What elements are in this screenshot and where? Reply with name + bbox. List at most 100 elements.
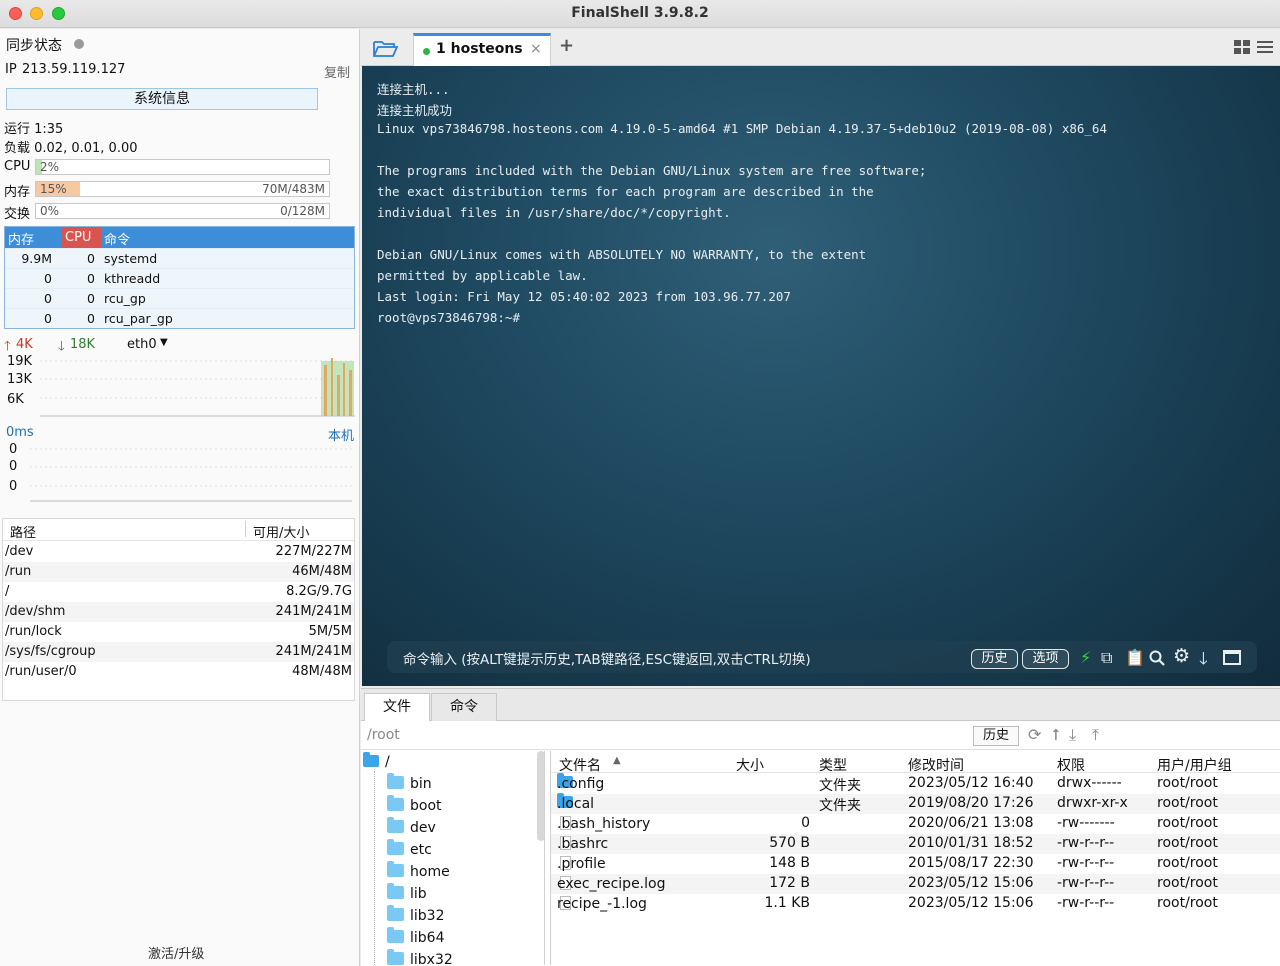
tree-item-lib64[interactable]: lib64 bbox=[387, 927, 444, 946]
file-row[interactable]: .config 文件夹 2023/05/12 16:40 drwx------ … bbox=[551, 773, 1280, 794]
history-button[interactable]: 历史 bbox=[971, 649, 1018, 669]
process-row[interactable]: 0 0 rcu_par_gp bbox=[5, 308, 354, 328]
swap-usage-bar: 0% 0/128M bbox=[35, 203, 330, 219]
ping-target[interactable]: 本机 bbox=[328, 425, 354, 444]
path-input[interactable]: /root bbox=[367, 727, 400, 743]
options-button[interactable]: 选项 bbox=[1022, 649, 1069, 669]
disk-row[interactable]: /run/lock 5M/5M bbox=[3, 622, 354, 642]
disk-header-size[interactable]: 可用/大小 bbox=[253, 522, 309, 541]
folder-icon bbox=[387, 883, 404, 899]
net-interface-select[interactable]: eth0 bbox=[127, 337, 157, 352]
path-history-button[interactable]: 历史 bbox=[973, 726, 1019, 746]
disk-row[interactable]: /run 46M/48M bbox=[3, 562, 354, 582]
memory-usage-bar: 15% 70M/483M bbox=[35, 181, 330, 197]
disk-row[interactable]: /dev/shm 241M/241M bbox=[3, 602, 354, 622]
folder-icon bbox=[387, 861, 404, 877]
process-command: rcu_gp bbox=[104, 291, 146, 306]
disk-path: /run bbox=[5, 564, 32, 579]
file-row[interactable]: .bashrc 570 B 2010/01/31 18:52 -rw-r--r-… bbox=[551, 834, 1280, 854]
tree-item-lib32[interactable]: lib32 bbox=[387, 905, 444, 924]
file-size: 0 bbox=[801, 815, 810, 831]
process-row[interactable]: 9.9M 0 systemd bbox=[5, 248, 354, 268]
file-name: .config bbox=[557, 776, 605, 792]
disk-row[interactable]: /run/user/0 48M/48M bbox=[3, 662, 354, 682]
tree-item-label: bin bbox=[410, 776, 432, 792]
header-size[interactable]: 大小 bbox=[736, 755, 764, 775]
tree-item-bin[interactable]: bin bbox=[387, 773, 432, 792]
gear-icon[interactable]: ⚙ bbox=[1173, 645, 1190, 667]
file-row[interactable]: recipe_-1.log 1.1 KB 2023/05/12 15:06 -r… bbox=[551, 894, 1280, 914]
column-divider bbox=[245, 521, 246, 537]
file-row[interactable]: .bash_history 0 2020/06/21 13:08 -rw----… bbox=[551, 814, 1280, 834]
folder-open-icon[interactable] bbox=[373, 38, 399, 58]
lightning-icon[interactable]: ⚡ bbox=[1080, 648, 1091, 667]
disk-row[interactable]: /sys/fs/cgroup 241M/241M bbox=[3, 642, 354, 662]
network-traffic-graph bbox=[40, 358, 355, 417]
file-name: .local bbox=[557, 796, 595, 812]
upload-icon[interactable]: ⤒ bbox=[1092, 725, 1099, 745]
tree-item-libx32[interactable]: libx32 bbox=[387, 949, 453, 965]
add-tab-button[interactable]: + bbox=[559, 35, 574, 56]
header-type[interactable]: 类型 bbox=[819, 755, 847, 775]
ip-label: IP bbox=[5, 62, 17, 77]
copy-icon[interactable]: ⧉ bbox=[1101, 648, 1112, 668]
parent-folder-icon[interactable]: ⭡ bbox=[1052, 725, 1060, 745]
swap-usage-detail: 0/128M bbox=[280, 204, 325, 218]
refresh-icon[interactable]: ⟳ bbox=[1028, 725, 1041, 744]
window-maximize-icon[interactable] bbox=[1223, 650, 1241, 665]
process-mem: 0 bbox=[44, 311, 52, 326]
file-type: 文件夹 bbox=[819, 798, 861, 814]
cpu-label: CPU bbox=[4, 159, 31, 174]
tree-item-dev[interactable]: dev bbox=[387, 817, 436, 836]
folder-icon bbox=[387, 905, 404, 921]
file-permissions: -rw------- bbox=[1057, 815, 1115, 831]
tab-files[interactable]: 文件 bbox=[364, 693, 430, 721]
process-row[interactable]: 0 0 kthreadd bbox=[5, 268, 354, 288]
download-icon[interactable]: ⤓ bbox=[1069, 725, 1076, 745]
paste-icon[interactable]: 📋 bbox=[1125, 648, 1145, 667]
terminal[interactable]: 连接主机... 连接主机成功 Linux vps73846798.hosteon… bbox=[362, 66, 1280, 686]
command-input-placeholder[interactable]: 命令输入 (按ALT键提示历史,TAB键路径,ESC键返回,双击CTRL切换) bbox=[403, 648, 811, 668]
header-filename[interactable]: 文件名 bbox=[559, 755, 601, 775]
tree-item-etc[interactable]: etc bbox=[387, 839, 432, 858]
file-row[interactable]: exec_recipe.log 172 B 2023/05/12 15:06 -… bbox=[551, 874, 1280, 894]
download-arrow-icon[interactable]: 🡓 bbox=[1199, 646, 1208, 675]
net-tick: 6K bbox=[7, 392, 24, 407]
tree-item-home[interactable]: home bbox=[387, 861, 450, 880]
connected-dot-icon bbox=[423, 48, 430, 55]
tab-commands[interactable]: 命令 bbox=[431, 693, 497, 721]
search-icon[interactable] bbox=[1149, 650, 1165, 666]
disk-row[interactable]: /dev 227M/227M bbox=[3, 542, 354, 562]
tree-guide-line bbox=[374, 771, 375, 965]
tab-session-hosteons[interactable]: 1 hosteons × bbox=[413, 33, 551, 66]
menu-icon[interactable] bbox=[1257, 40, 1274, 55]
close-tab-icon[interactable]: × bbox=[530, 41, 542, 57]
layout-grid-icon[interactable] bbox=[1234, 40, 1251, 55]
header-owner[interactable]: 用户/用户组 bbox=[1157, 755, 1232, 775]
tree-item-root[interactable]: / bbox=[363, 752, 390, 770]
copy-ip-button[interactable]: 复制 bbox=[324, 62, 350, 81]
file-row[interactable]: .local 文件夹 2019/08/20 17:26 drwxr-xr-x r… bbox=[551, 793, 1280, 814]
disk-header-path[interactable]: 路径 bbox=[10, 522, 36, 541]
proc-header-command[interactable]: 命令 bbox=[104, 229, 130, 248]
process-table-header: 内存 CPU 命令 bbox=[5, 227, 354, 248]
disk-path: /dev/shm bbox=[5, 604, 66, 619]
proc-header-cpu[interactable]: CPU bbox=[62, 227, 101, 248]
tree-item-boot[interactable]: boot bbox=[387, 795, 442, 814]
file-row[interactable]: .profile 148 B 2015/08/17 22:30 -rw-r--r… bbox=[551, 854, 1280, 874]
chevron-down-icon[interactable]: ▼ bbox=[160, 337, 168, 348]
ip-value: 213.59.119.127 bbox=[22, 62, 126, 77]
process-row[interactable]: 0 0 rcu_gp bbox=[5, 288, 354, 308]
terminal-line: 连接主机... bbox=[377, 82, 450, 97]
activate-upgrade-link[interactable]: 激活/升级 bbox=[148, 943, 204, 962]
tree-scrollbar[interactable] bbox=[537, 751, 544, 841]
disk-row[interactable]: / 8.2G/9.7G bbox=[3, 582, 354, 602]
system-info-button[interactable]: 系统信息 bbox=[6, 88, 318, 110]
command-input-bar[interactable]: 命令输入 (按ALT键提示历史,TAB键路径,ESC键返回,双击CTRL切换) … bbox=[387, 641, 1257, 673]
header-permissions[interactable]: 权限 bbox=[1057, 755, 1085, 775]
proc-header-mem[interactable]: 内存 bbox=[8, 229, 34, 248]
file-mtime: 2023/05/12 15:06 bbox=[908, 875, 1034, 891]
file-size: 570 B bbox=[769, 835, 810, 851]
tree-item-lib[interactable]: lib bbox=[387, 883, 427, 902]
header-mtime[interactable]: 修改时间 bbox=[908, 755, 964, 775]
